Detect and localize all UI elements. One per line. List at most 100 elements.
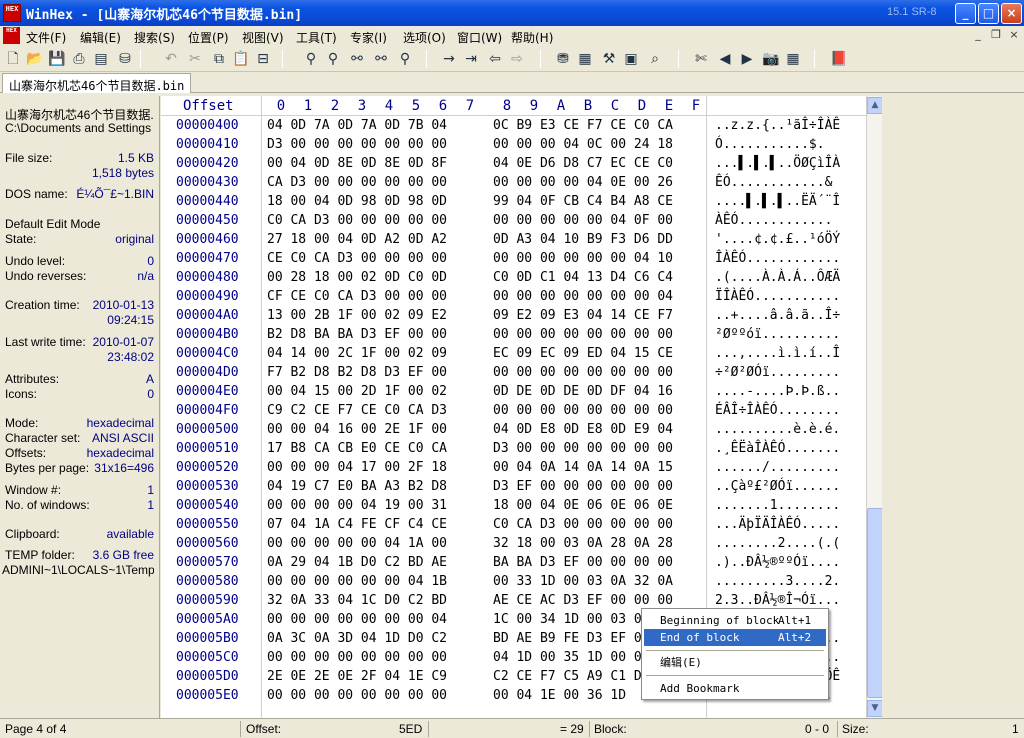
hex-bytes-low[interactable]: C9 C2 CE F7 CE C0 CA D3: [267, 403, 447, 418]
vertical-scrollbar[interactable]: ▲ ▼: [866, 96, 883, 718]
hex-bytes-high[interactable]: D3 EF 00 00 00 00 00 00: [493, 479, 673, 494]
hex-row[interactable]: 00000400 04 0D 7A 0D 7A 0D 7B 04 0C B9 E3 …: [161, 117, 866, 136]
ascii-text[interactable]: ÉÂÎ÷ÎÀÊÓ........: [715, 403, 840, 418]
hex-bytes-high[interactable]: 00 04 1E 00 36 1D: [493, 688, 626, 703]
hex-bytes-low[interactable]: 00 28 18 00 02 0D C0 0D: [267, 270, 447, 285]
hex-bytes-low[interactable]: C0 CA D3 00 00 00 00 00: [267, 213, 447, 228]
ascii-text[interactable]: .)..ÐÂ½®ººÓï....: [715, 555, 840, 570]
menu-view[interactable]: 视图(V): [242, 29, 284, 46]
hex-bytes-high[interactable]: 00 00 00 00 00 00 00 00: [493, 403, 673, 418]
mdi-close-button[interactable]: ×: [1006, 28, 1022, 43]
ascii-text[interactable]: ....../.........: [715, 460, 840, 475]
hex-bytes-high[interactable]: C0 CA D3 00 00 00 00 00: [493, 517, 673, 532]
ascii-text[interactable]: ..z.z.{..¹ãÎ÷ÎÀÊ: [715, 118, 840, 133]
hex-row[interactable]: 00000560 00 00 00 00 00 04 1A 00 32 18 00 …: [161, 535, 866, 554]
menu-add-bookmark[interactable]: Add Bookmark: [644, 680, 826, 697]
hex-bytes-high[interactable]: 04 0D E8 0D E8 0D E9 04: [493, 422, 673, 437]
scroll-up-icon[interactable]: ▲: [867, 97, 883, 114]
hex-bytes-low[interactable]: 04 0D 7A 0D 7A 0D 7B 04: [267, 118, 447, 133]
ascii-text[interactable]: ...▌.▌.▌..ÖØÇìÎÀ: [715, 156, 840, 171]
hex-bytes-low[interactable]: 13 00 2B 1F 00 02 09 E2: [267, 308, 447, 323]
hex-row[interactable]: 00000520 00 00 00 04 17 00 2F 18 00 04 0A …: [161, 459, 866, 478]
hex-bytes-low[interactable]: CA D3 00 00 00 00 00 00: [267, 175, 447, 190]
hex-bytes-low[interactable]: 00 00 04 16 00 2E 1F 00: [267, 422, 447, 437]
hex-row[interactable]: 000004C0 04 14 00 2C 1F 00 02 09 EC 09 EC …: [161, 345, 866, 364]
hex-row[interactable]: 00000490 CF CE C0 CA D3 00 00 00 00 00 00 …: [161, 288, 866, 307]
ascii-text[interactable]: 2.3..ÐÂ½®Î¬Óï...: [715, 593, 840, 608]
hex-bytes-low[interactable]: 0A 3C 0A 3D 04 1D D0 C2: [267, 631, 447, 646]
hex-bytes-low[interactable]: 00 00 00 00 00 00 00 04: [267, 612, 447, 627]
hex-bytes-high[interactable]: 00 00 00 00 00 00 00 00: [493, 327, 673, 342]
title-bar[interactable]: HEX WinHex - [山寨海尔机芯46个节目数据.bin] 15.1 SR…: [0, 0, 1024, 26]
hex-row[interactable]: 00000550 07 04 1A C4 FE CF C4 CE C0 CA D3 …: [161, 516, 866, 535]
new-file-icon[interactable]: 🗋: [4, 50, 22, 68]
replace-hex-icon[interactable]: ⚯: [372, 50, 390, 68]
hex-bytes-high[interactable]: 00 00 00 00 00 00 00 04: [493, 289, 673, 304]
ascii-text[interactable]: ........2....(.(: [715, 536, 840, 551]
paste-icon[interactable]: 📋: [232, 50, 250, 68]
ascii-text[interactable]: .......1........: [715, 498, 840, 513]
ascii-text[interactable]: ÊÓ............&: [715, 175, 832, 190]
open-icon[interactable]: 📂: [26, 50, 44, 68]
hex-bytes-low[interactable]: 00 00 00 00 04 19 00 31: [267, 498, 447, 513]
find-next-icon[interactable]: ⚲: [396, 50, 414, 68]
replace-icon[interactable]: ⚯: [348, 50, 366, 68]
hex-bytes-low[interactable]: 04 14 00 2C 1F 00 02 09: [267, 346, 447, 361]
menu-expert[interactable]: 专家(I): [350, 29, 387, 46]
close-button[interactable]: ×: [1001, 3, 1022, 24]
ascii-text[interactable]: ÀÊÓ............: [715, 213, 832, 228]
ascii-text[interactable]: .(....À.À.Á..ÔÆÄ: [715, 270, 840, 285]
hex-bytes-high[interactable]: 00 00 00 00 00 04 0F 00: [493, 213, 673, 228]
hex-row[interactable]: 000004F0 C9 C2 CE F7 CE C0 CA D3 00 00 00 …: [161, 402, 866, 421]
hex-bytes-high[interactable]: 32 18 00 03 0A 28 0A 28: [493, 536, 673, 551]
write-icon[interactable]: ⊟: [254, 50, 272, 68]
hex-bytes-high[interactable]: 00 04 0A 14 0A 14 0A 15: [493, 460, 673, 475]
menu-search[interactable]: 搜索(S): [134, 29, 175, 46]
hex-row[interactable]: 00000460 27 18 00 04 0D A2 0D A2 0D A3 04 …: [161, 231, 866, 250]
mdi-restore-button[interactable]: ❐: [988, 28, 1004, 43]
hex-row[interactable]: 00000580 00 00 00 00 00 00 04 1B 00 33 1D …: [161, 573, 866, 592]
menu-options[interactable]: 选项(O): [403, 29, 446, 46]
save-icon[interactable]: 💾: [48, 50, 66, 68]
hex-bytes-low[interactable]: 04 19 C7 E0 BA A3 B2 D8: [267, 479, 447, 494]
ascii-text[interactable]: ..Çàº£²ØÓï......: [715, 479, 840, 494]
hex-row[interactable]: 000004B0 B2 D8 BA BA D3 EF 00 00 00 00 00 …: [161, 326, 866, 345]
hex-row[interactable]: 00000470 CE C0 CA D3 00 00 00 00 00 00 00 …: [161, 250, 866, 269]
hex-bytes-high[interactable]: 0D A3 04 10 B9 F3 D6 DD: [493, 232, 673, 247]
disk-editor-icon[interactable]: ⛃: [554, 50, 572, 68]
copy-icon[interactable]: ⧉: [210, 50, 228, 68]
hex-bytes-low[interactable]: 00 04 0D 8E 0D 8E 0D 8F: [267, 156, 447, 171]
menu-help[interactable]: 帮助(H): [511, 29, 553, 46]
scroll-down-icon[interactable]: ▼: [867, 700, 883, 717]
find-hex-icon[interactable]: ⚲: [324, 50, 342, 68]
cut-icon[interactable]: ✂: [186, 50, 204, 68]
hex-bytes-low[interactable]: 00 00 00 00 00 00 00 00: [267, 688, 447, 703]
goto-page-icon[interactable]: ⇥: [462, 50, 480, 68]
hex-bytes-high[interactable]: C0 0D C1 04 13 D4 C6 C4: [493, 270, 673, 285]
find-icon[interactable]: ⚲: [302, 50, 320, 68]
hex-bytes-low[interactable]: F7 B2 D8 B2 D8 D3 EF 00: [267, 365, 447, 380]
search-icon[interactable]: ⌕: [646, 50, 664, 68]
menu-end-of-block[interactable]: End of block Alt+2: [644, 629, 826, 646]
hex-row[interactable]: 00000510 17 B8 CA CB E0 CE C0 CA D3 00 00 …: [161, 440, 866, 459]
forward-icon[interactable]: ⇨: [508, 50, 526, 68]
document-icon[interactable]: HEX: [3, 27, 20, 44]
ascii-text[interactable]: '....¢.¢.£..¹óÖÝ: [715, 232, 840, 247]
hex-bytes-high[interactable]: D3 00 00 00 00 00 00 00: [493, 441, 673, 456]
hex-bytes-high[interactable]: 00 00 00 00 00 00 00 00: [493, 365, 673, 380]
hex-bytes-high[interactable]: BA BA D3 EF 00 00 00 00: [493, 555, 673, 570]
tab-file[interactable]: 山寨海尔机芯46个节目数据.bin: [2, 73, 192, 93]
hex-bytes-low[interactable]: 00 00 00 00 00 00 04 1B: [267, 574, 447, 589]
ascii-text[interactable]: Ó...........$.: [715, 137, 825, 152]
hex-row[interactable]: 000004E0 00 04 15 00 2D 1F 00 02 0D DE 0D …: [161, 383, 866, 402]
hex-bytes-high[interactable]: 00 00 00 04 0C 00 24 18: [493, 137, 673, 152]
hex-bytes-low[interactable]: 00 00 00 04 17 00 2F 18: [267, 460, 447, 475]
ascii-text[interactable]: ...ÄþÏÄÎÀÊÓ.....: [715, 517, 840, 532]
ascii-text[interactable]: ...,....ì.ì.í..Î: [715, 346, 840, 361]
calculator-icon[interactable]: ▣: [622, 50, 640, 68]
hex-bytes-high[interactable]: 00 00 00 00 04 0E 00 26: [493, 175, 673, 190]
hex-bytes-high[interactable]: AE CE AC D3 EF 00 00 00: [493, 593, 673, 608]
hex-bytes-high[interactable]: 04 0E D6 D8 C7 EC CE C0: [493, 156, 673, 171]
ascii-text[interactable]: .........3....2.: [715, 574, 840, 589]
hex-row[interactable]: 00000440 18 00 04 0D 98 0D 98 0D 99 04 0F …: [161, 193, 866, 212]
